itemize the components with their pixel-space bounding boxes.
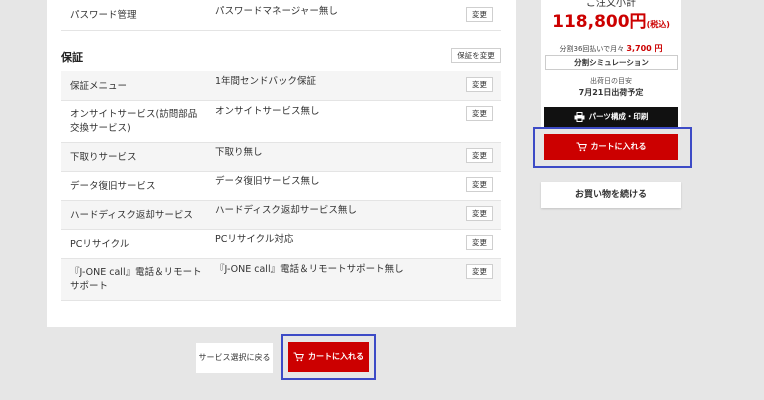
section-title-warranty: 保証 <box>61 51 83 64</box>
installment-amount: 3,700 円 <box>626 44 663 53</box>
table-row: データ復旧サービス データ復旧サービス無し 変更 <box>61 172 501 201</box>
password-row: パスワード管理 パスワードマネージャー無し 変更 <box>61 0 501 31</box>
change-button[interactable]: 変更 <box>466 264 493 279</box>
subtotal-price: 118,800円(税込) <box>541 7 681 32</box>
row-label: 『J-ONE call』電話＆リモートサポート <box>70 267 202 292</box>
row-label: ハードディスク返却サービス <box>70 210 193 221</box>
change-button[interactable]: 変更 <box>466 77 493 92</box>
change-button[interactable]: 変更 <box>466 235 493 250</box>
sidebar-add-to-cart-button[interactable]: カートに入れる <box>544 134 678 160</box>
price-value: 118,800円 <box>552 12 647 32</box>
row-value: オンサイトサービス無し <box>215 106 320 117</box>
table-row: 『J-ONE call』電話＆リモートサポート 『J-ONE call』電話＆リ… <box>61 259 501 301</box>
change-button[interactable]: 変更 <box>466 206 493 221</box>
back-to-service-button[interactable]: サービス選択に戻る <box>196 343 273 373</box>
row-value: パスワードマネージャー無し <box>215 6 338 17</box>
add-to-cart-label: カートに入れる <box>308 352 364 361</box>
ship-date: 7月21日出荷予定 <box>578 88 644 97</box>
order-detail-panel: パスワード管理 パスワードマネージャー無し 変更 保証 保証メニュー 1年間セン… <box>47 0 516 327</box>
warranty-change-button[interactable]: 保証を変更 <box>451 48 501 63</box>
row-value: 下取り無し <box>215 147 263 158</box>
row-label: 下取りサービス <box>70 152 137 163</box>
table-row: 下取りサービス 下取り無し 変更 <box>61 143 501 172</box>
row-label: オンサイトサービス(訪問部品交換サービス) <box>70 109 198 134</box>
row-value: 1年間センドバック保証 <box>215 76 317 87</box>
row-label: パスワード管理 <box>70 10 137 21</box>
row-label: PCリサイクル <box>70 239 130 250</box>
table-row: ハードディスク返却サービス ハードディスク返却サービス無し 変更 <box>61 201 501 230</box>
change-button[interactable]: 変更 <box>466 148 493 163</box>
tax-label: (税込) <box>646 20 670 29</box>
parts-print-button[interactable]: パーツ構成・印刷 <box>544 107 678 127</box>
change-button[interactable]: 変更 <box>466 177 493 192</box>
cart-icon <box>293 352 304 361</box>
cart-icon <box>576 142 587 151</box>
installment-text: 分割36回払いで月々 3,700 円 <box>541 43 681 54</box>
sidebar-add-to-cart-label: カートに入れる <box>590 142 647 151</box>
continue-shopping-button[interactable]: お買い物を続ける <box>541 182 681 208</box>
table-row: オンサイトサービス(訪問部品交換サービス) オンサイトサービス無し 変更 <box>61 101 501 143</box>
simulation-button[interactable]: 分割シミュレーション <box>545 55 678 70</box>
change-button[interactable]: 変更 <box>466 106 493 121</box>
parts-print-label: パーツ構成・印刷 <box>588 112 649 121</box>
ship-label: 出荷日の目安 <box>590 77 632 85</box>
row-label: 保証メニュー <box>70 81 128 92</box>
row-value: PCリサイクル対応 <box>215 234 294 245</box>
row-label: データ復旧サービス <box>70 181 156 192</box>
table-row: 保証メニュー 1年間センドバック保証 変更 <box>61 71 501 101</box>
add-to-cart-button[interactable]: カートに入れる <box>288 342 369 372</box>
table-row: PCリサイクル PCリサイクル対応 変更 <box>61 230 501 259</box>
installment-label: 分割36回払いで月々 <box>559 45 625 53</box>
row-value: ハードディスク返却サービス無し <box>215 205 357 216</box>
row-value: 『J-ONE call』電話＆リモートサポート無し <box>215 264 404 275</box>
row-value: データ復旧サービス無し <box>215 176 320 187</box>
printer-icon <box>574 112 585 122</box>
change-button[interactable]: 変更 <box>466 7 493 22</box>
